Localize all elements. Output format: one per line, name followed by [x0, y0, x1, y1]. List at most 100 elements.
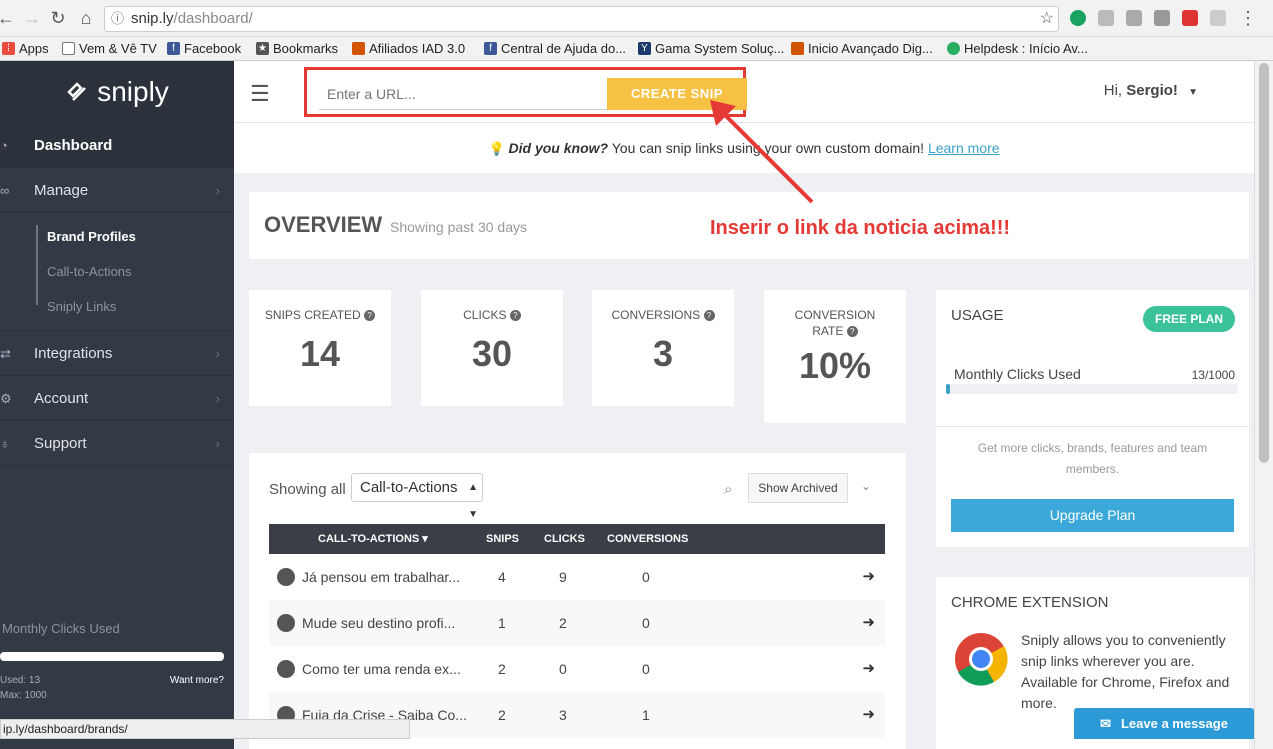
- tip-banner: 💡 Did you know? You can snip links using…: [234, 123, 1254, 173]
- bookmark-item[interactable]: Y Gama System Soluç...: [638, 41, 784, 56]
- cta-filter-select[interactable]: Call-to-Actions ▲ ▼: [351, 473, 483, 520]
- back-icon[interactable]: ←: [0, 8, 16, 28]
- submenu-line: [36, 225, 38, 305]
- manage-submenu: Brand Profiles Call-to-Actions Sniply Li…: [0, 213, 234, 331]
- bookmark-item[interactable]: Helpdesk : Início Av...: [947, 41, 1088, 56]
- helpdesk-icon: [947, 42, 960, 55]
- sidebar-usage: Monthly Clicks Used Used: 13 Max: 1000 W…: [0, 621, 234, 707]
- info-icon: ⓘ: [111, 11, 125, 26]
- lightbulb-icon: 💡: [488, 141, 505, 156]
- stat-value: 14: [299, 333, 341, 374]
- vivaldi-icon[interactable]: [1182, 10, 1198, 26]
- lightbulb-icon: ♁: [0, 436, 10, 451]
- stat-conversions: CONVERSIONS ? 3: [592, 290, 734, 406]
- want-more-link[interactable]: Want more?: [170, 675, 224, 686]
- usage-label: Monthly Clicks Used: [954, 366, 1081, 382]
- header-snips: SNIPS: [486, 533, 520, 545]
- search-icon[interactable]: ⌕: [724, 481, 732, 498]
- star-icon: ★: [256, 42, 269, 55]
- usage-panel: USAGE FREE PLAN Monthly Clicks Used 13/1…: [936, 290, 1249, 547]
- stat-value: 3: [652, 333, 674, 374]
- bookmark-item[interactable]: ★ Bookmarks: [256, 41, 338, 56]
- bookmark-item[interactable]: Inicio Avançado Dig...: [791, 41, 933, 56]
- chrome-logo-icon: [955, 633, 1008, 686]
- menu-kebab-icon[interactable]: ⋮: [1238, 8, 1258, 28]
- extension-icon[interactable]: [1098, 10, 1114, 26]
- arrow-right-icon[interactable]: ➜: [862, 692, 875, 738]
- overview-title: OVERVIEW: [264, 212, 383, 237]
- learn-more-link[interactable]: Learn more: [928, 140, 1000, 156]
- forward-icon[interactable]: →: [22, 8, 42, 28]
- usage-title: USAGE: [951, 307, 1004, 324]
- usage-value: 13/1000: [1191, 368, 1235, 382]
- chevron-right-icon: ›: [215, 391, 220, 406]
- table-header: CALL-TO-ACTIONS ▾ SNIPS CLICKS CONVERSIO…: [269, 524, 885, 554]
- home-icon[interactable]: ⌂: [76, 8, 96, 28]
- arrow-right-icon[interactable]: ➜: [862, 554, 875, 600]
- stat-snips-created: SNIPS CREATED ? 14: [249, 290, 391, 406]
- extension-icon[interactable]: [1210, 10, 1226, 26]
- main-content: ☰ CREATE SNIP Hi, Sergio! ▼ 💡 Did you kn…: [234, 61, 1254, 749]
- bookmarks-bar: ⁞ Apps Vem & Vê TV f Facebook ★ Bookmarks A…: [0, 37, 1273, 61]
- chevron-right-icon: ›: [215, 436, 220, 451]
- arrow-right-icon[interactable]: ➜: [862, 600, 875, 646]
- table-row[interactable]: Mude seu destino profi... 1 2 0 ➜: [269, 600, 885, 646]
- bookmark-item[interactable]: Vem & Vê TV: [62, 41, 157, 56]
- page-scrollbar[interactable]: [1254, 61, 1273, 749]
- create-snip-button[interactable]: CREATE SNIP: [607, 78, 747, 110]
- sidebar-item-dashboard[interactable]: ◔ Dashboard: [0, 123, 234, 168]
- help-icon[interactable]: ?: [703, 310, 715, 322]
- url-input[interactable]: [319, 78, 607, 110]
- hamburger-menu-icon[interactable]: ☰: [250, 81, 270, 107]
- header-clicks: CLICKS: [544, 533, 585, 545]
- help-icon[interactable]: ?: [509, 310, 521, 322]
- upgrade-plan-button[interactable]: Upgrade Plan: [951, 499, 1234, 532]
- stat-value: 10%: [798, 345, 872, 386]
- help-icon[interactable]: ?: [846, 326, 858, 338]
- table-row[interactable]: Já pensou em trabalhar... 4 9 0 ➜: [269, 554, 885, 600]
- header-conversions: CONVERSIONS: [607, 533, 689, 545]
- reload-icon[interactable]: ↻: [48, 8, 68, 28]
- bookmark-star-icon[interactable]: ☆: [1040, 7, 1054, 31]
- scrollbar-thumb[interactable]: [1259, 63, 1269, 463]
- code-icon[interactable]: [1154, 10, 1170, 26]
- url-path: /dashboard/: [173, 10, 253, 27]
- user-menu[interactable]: Hi, Sergio! ▼: [1104, 82, 1198, 99]
- chevron-down-icon[interactable]: ⌄: [861, 479, 871, 493]
- sidebar: sniply ◔ Dashboard ∞ Manage › Brand Prof…: [0, 61, 234, 749]
- leave-message-button[interactable]: ✉ Leave a message: [1074, 708, 1254, 739]
- bookmark-apps[interactable]: ⁞ Apps: [2, 41, 49, 56]
- sniply-logo-icon: [67, 82, 87, 101]
- divider: [936, 426, 1249, 427]
- sidebar-item-manage[interactable]: ∞ Manage ›: [0, 168, 234, 213]
- sidebar-item-integrations[interactable]: ⇄ Integrations ›: [0, 331, 234, 376]
- sidebar-item-support[interactable]: ♁ Support ›: [0, 421, 234, 466]
- sidebar-usage-meta: Used: 13 Max: 1000 Want more?: [0, 675, 234, 707]
- bookmark-item[interactable]: f Facebook: [167, 41, 241, 56]
- chrome-extension-text: Sniply allows you to conveniently snip l…: [1021, 632, 1230, 711]
- sidebar-item-account[interactable]: ⚙ Account ›: [0, 376, 234, 421]
- address-bar[interactable]: ⓘ snip.ly/dashboard/ ☆: [104, 6, 1059, 32]
- dropbox-icon[interactable]: [1126, 10, 1142, 26]
- show-archived-button[interactable]: Show Archived: [748, 473, 848, 503]
- plan-badge: FREE PLAN: [1142, 306, 1235, 332]
- avatar: [277, 614, 295, 632]
- sniply-logo[interactable]: sniply: [0, 61, 234, 123]
- usage-progress-bar: [946, 384, 1238, 394]
- chart-icon: [791, 42, 804, 55]
- select-arrows-icon: ▲ ▼: [468, 482, 478, 520]
- bookmark-item[interactable]: f Central de Ajuda do...: [484, 41, 626, 56]
- page-icon: [62, 42, 75, 55]
- status-bar-url: ip.ly/dashboard/brands/: [0, 719, 410, 739]
- help-icon[interactable]: ?: [364, 310, 376, 322]
- bookmark-item[interactable]: Afiliados IAD 3.0: [352, 41, 465, 56]
- overview-panel: OVERVIEW Showing past 30 days Inserir o …: [249, 192, 1249, 259]
- table-row[interactable]: Como ter uma renda ex... 2 0 0 ➜: [269, 646, 885, 692]
- extension-icon[interactable]: [1070, 10, 1086, 26]
- facebook-icon: f: [167, 42, 180, 55]
- swap-icon: ⇄: [0, 346, 11, 361]
- header-call-to-actions[interactable]: CALL-TO-ACTIONS ▾: [318, 524, 428, 554]
- usage-upsell-text: Get more clicks, brands, features and te…: [977, 441, 1208, 476]
- arrow-right-icon[interactable]: ➜: [862, 646, 875, 692]
- create-snip-form-highlight: CREATE SNIP: [304, 67, 747, 117]
